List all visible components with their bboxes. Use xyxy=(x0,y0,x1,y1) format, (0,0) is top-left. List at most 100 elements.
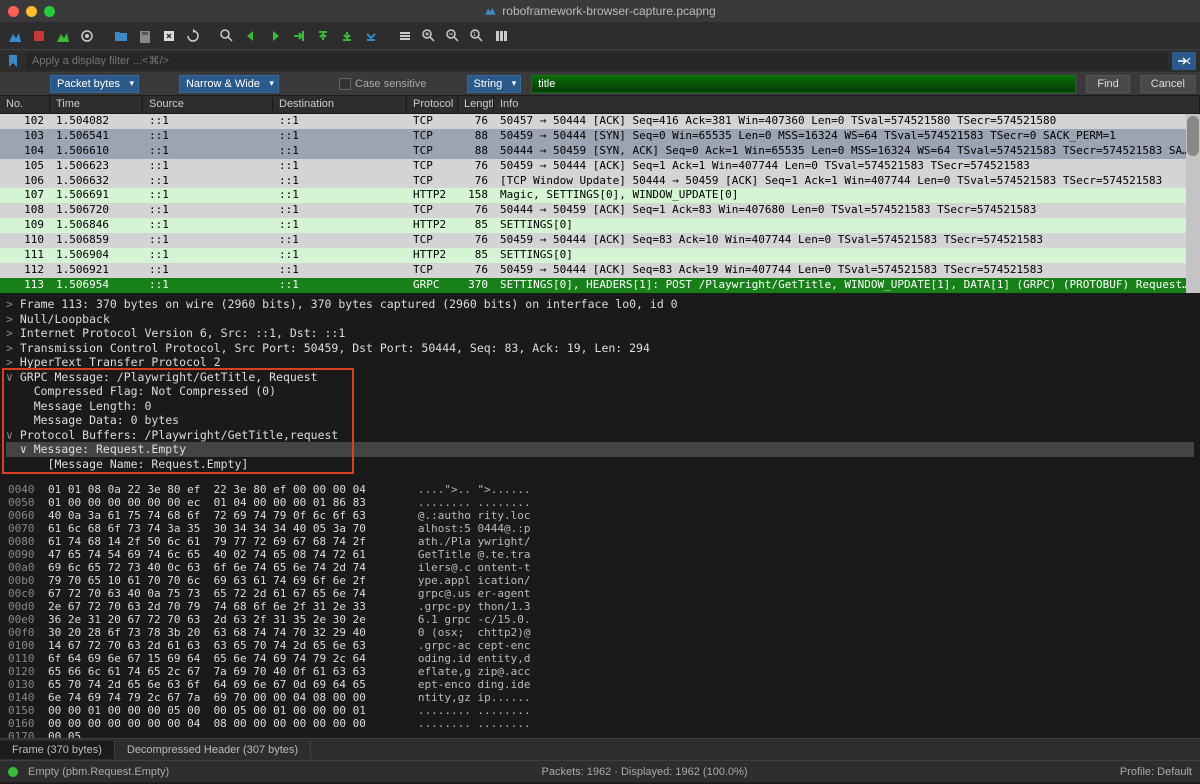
reload-button[interactable] xyxy=(182,25,204,47)
detail-line[interactable]: ∨ Message: Request.Empty xyxy=(6,442,1194,457)
find-packet-bar: Packet bytes Narrow & Wide Case sensitiv… xyxy=(0,72,1200,96)
find-packet-button[interactable] xyxy=(216,25,238,47)
hex-line[interactable]: 00c067 72 70 63 40 0a 75 73 65 72 2d 61 … xyxy=(8,587,1192,600)
hex-line[interactable]: 00d02e 67 72 70 63 2d 70 79 74 68 6f 6e … xyxy=(8,600,1192,613)
zoom-in-button[interactable] xyxy=(418,25,440,47)
apply-filter-button[interactable] xyxy=(1172,52,1196,70)
tab-frame[interactable]: Frame (370 bytes) xyxy=(0,741,115,759)
packet-row[interactable]: 1101.506859::1::1TCP7650459 → 50444 [ACK… xyxy=(0,233,1200,248)
auto-scroll-button[interactable] xyxy=(360,25,382,47)
hex-line[interactable]: 01106f 64 69 6e 67 15 69 64 65 6e 74 69 … xyxy=(8,652,1192,665)
col-no: No. xyxy=(0,96,50,113)
detail-line[interactable]: Null/Loopback xyxy=(6,312,1194,327)
colorize-button[interactable] xyxy=(394,25,416,47)
packet-row[interactable]: 1071.506691::1::1HTTP2158Magic, SETTINGS… xyxy=(0,188,1200,203)
col-info: Info xyxy=(494,96,1200,113)
hex-line[interactable]: 007061 6c 68 6f 73 74 3a 35 30 34 34 34 … xyxy=(8,522,1192,535)
hex-line[interactable]: 006040 0a 3a 61 75 74 68 6f 72 69 74 79 … xyxy=(8,509,1192,522)
case-sensitive-checkbox[interactable]: Case sensitive xyxy=(339,78,427,90)
stop-capture-button[interactable] xyxy=(28,25,50,47)
status-profile[interactable]: Profile: Default xyxy=(1120,766,1192,778)
capture-options-button[interactable] xyxy=(76,25,98,47)
detail-line[interactable]: Message Length: 0 xyxy=(6,399,1194,414)
restart-capture-button[interactable] xyxy=(52,25,74,47)
go-to-packet-button[interactable] xyxy=(288,25,310,47)
go-forward-button[interactable] xyxy=(264,25,286,47)
zoom-out-button[interactable] xyxy=(442,25,464,47)
hex-line[interactable]: 012065 66 6c 61 74 65 2c 67 7a 69 70 40 … xyxy=(8,665,1192,678)
hex-line[interactable]: 01406e 74 69 74 79 2c 67 7a 69 70 00 00 … xyxy=(8,691,1192,704)
window-title: roboframework-browser-capture.pcapng xyxy=(484,4,715,18)
checkbox-icon xyxy=(339,78,351,90)
packet-row[interactable]: 1091.506846::1::1HTTP285SETTINGS[0] xyxy=(0,218,1200,233)
main-toolbar: 1 xyxy=(0,22,1200,50)
tab-decompressed[interactable]: Decompressed Header (307 bytes) xyxy=(115,741,311,759)
hex-line[interactable]: 00f030 20 28 6f 73 78 3b 20 63 68 74 74 … xyxy=(8,626,1192,639)
packet-row[interactable]: 1041.506610::1::1TCP8850444 → 50459 [SYN… xyxy=(0,144,1200,159)
col-length: Length xyxy=(458,96,494,113)
packet-list-scrollbar[interactable] xyxy=(1186,114,1200,293)
hex-line[interactable]: 00b079 70 65 10 61 70 70 6c 69 63 61 74 … xyxy=(8,574,1192,587)
packet-list[interactable]: 1021.504082::1::1TCP7650457 → 50444 [ACK… xyxy=(0,114,1200,293)
hex-line[interactable]: 008061 74 68 14 2f 50 6c 61 79 77 72 69 … xyxy=(8,535,1192,548)
close-file-button[interactable] xyxy=(158,25,180,47)
detail-line[interactable]: Transmission Control Protocol, Src Port:… xyxy=(6,341,1194,356)
detail-line[interactable]: GRPC Message: /Playwright/GetTitle, Requ… xyxy=(6,370,1194,385)
detail-line[interactable]: Compressed Flag: Not Compressed (0) xyxy=(6,384,1194,399)
hex-line[interactable]: 004001 01 08 0a 22 3e 80 ef 22 3e 80 ef … xyxy=(8,483,1192,496)
display-filter-input[interactable] xyxy=(26,52,1168,70)
packet-list-header[interactable]: No. Time Source Destination Protocol Len… xyxy=(0,96,1200,114)
packet-row[interactable]: 1081.506720::1::1TCP7650444 → 50459 [ACK… xyxy=(0,203,1200,218)
col-destination: Destination xyxy=(273,96,407,113)
hex-line[interactable]: 017000 05 .. xyxy=(8,730,1192,738)
packet-row[interactable]: 1121.506921::1::1TCP7650459 → 50444 [ACK… xyxy=(0,263,1200,278)
search-input[interactable] xyxy=(531,75,1076,93)
detail-line[interactable]: [Message Name: Request.Empty] xyxy=(6,457,1194,472)
packet-row[interactable]: 1131.506954::1::1GRPC370SETTINGS[0], HEA… xyxy=(0,278,1200,293)
maximize-window-button[interactable] xyxy=(44,6,55,17)
hex-line[interactable]: 00a069 6c 65 72 73 40 0c 63 6f 6e 74 65 … xyxy=(8,561,1192,574)
packet-row[interactable]: 1031.506541::1::1TCP8850459 → 50444 [SYN… xyxy=(0,129,1200,144)
status-packets: Packets: 1962 · Displayed: 1962 (100.0%) xyxy=(542,766,748,778)
go-back-button[interactable] xyxy=(240,25,262,47)
search-charset-dropdown[interactable]: Narrow & Wide xyxy=(179,75,279,93)
status-bar: Empty (pbm.Request.Empty) Packets: 1962 … xyxy=(0,760,1200,782)
status-field: Empty (pbm.Request.Empty) xyxy=(28,766,169,778)
hex-line[interactable]: 009047 65 74 54 69 74 6c 65 40 02 74 65 … xyxy=(8,548,1192,561)
packet-details-pane[interactable]: Frame 113: 370 bytes on wire (2960 bits)… xyxy=(0,293,1200,479)
close-window-button[interactable] xyxy=(8,6,19,17)
display-filter-bar xyxy=(0,50,1200,72)
detail-line[interactable]: HyperText Transfer Protocol 2 xyxy=(6,355,1194,370)
packet-row[interactable]: 1061.506632::1::1TCP76[TCP Window Update… xyxy=(0,174,1200,189)
resize-columns-button[interactable] xyxy=(490,25,512,47)
hex-line[interactable]: 016000 00 00 00 00 00 00 04 08 00 00 00 … xyxy=(8,717,1192,730)
packet-bytes-pane[interactable]: 004001 01 08 0a 22 3e 80 ef 22 3e 80 ef … xyxy=(0,479,1200,738)
detail-line[interactable]: Message Data: 0 bytes xyxy=(6,413,1194,428)
packet-row[interactable]: 1021.504082::1::1TCP7650457 → 50444 [ACK… xyxy=(0,114,1200,129)
hex-line[interactable]: 005001 00 00 00 00 00 00 ec 01 04 00 00 … xyxy=(8,496,1192,509)
hex-line[interactable]: 013065 70 74 2d 65 6e 63 6f 64 69 6e 67 … xyxy=(8,678,1192,691)
packet-row[interactable]: 1111.506904::1::1HTTP285SETTINGS[0] xyxy=(0,248,1200,263)
hex-line[interactable]: 010014 67 72 70 63 2d 61 63 63 65 70 74 … xyxy=(8,639,1192,652)
col-protocol: Protocol xyxy=(407,96,458,113)
detail-line[interactable]: Frame 113: 370 bytes on wire (2960 bits)… xyxy=(6,297,1194,312)
save-file-button[interactable] xyxy=(134,25,156,47)
go-first-button[interactable] xyxy=(312,25,334,47)
search-type-dropdown[interactable]: String xyxy=(467,75,522,93)
detail-line[interactable]: Protocol Buffers: /Playwright/GetTitle,r… xyxy=(6,428,1194,443)
go-last-button[interactable] xyxy=(336,25,358,47)
zoom-reset-button[interactable]: 1 xyxy=(466,25,488,47)
bookmark-icon[interactable] xyxy=(4,52,22,70)
open-file-button[interactable] xyxy=(110,25,132,47)
hex-line[interactable]: 00e036 2e 31 20 67 72 70 63 2d 63 2f 31 … xyxy=(8,613,1192,626)
minimize-window-button[interactable] xyxy=(26,6,37,17)
search-in-dropdown[interactable]: Packet bytes xyxy=(50,75,139,93)
hex-line[interactable]: 015000 00 01 00 00 00 05 00 00 05 00 01 … xyxy=(8,704,1192,717)
col-source: Source xyxy=(143,96,273,113)
find-button[interactable]: Find xyxy=(1086,75,1129,93)
detail-line[interactable]: Internet Protocol Version 6, Src: ::1, D… xyxy=(6,326,1194,341)
cancel-button[interactable]: Cancel xyxy=(1140,75,1196,93)
start-capture-button[interactable] xyxy=(4,25,26,47)
expert-info-icon[interactable] xyxy=(8,767,18,777)
packet-row[interactable]: 1051.506623::1::1TCP7650459 → 50444 [ACK… xyxy=(0,159,1200,174)
